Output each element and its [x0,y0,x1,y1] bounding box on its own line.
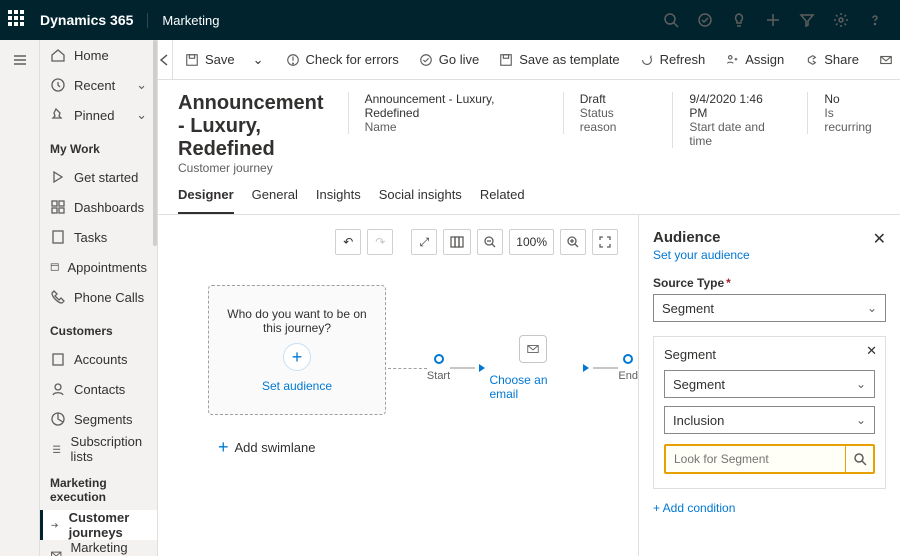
clock-icon [50,77,66,93]
source-type-label: Source Type [653,276,886,290]
name-value: Announcement - Luxury, Redefined [365,92,539,120]
email-link-button[interactable]: Email a Link [871,45,900,75]
chevron-down-icon: ⌄ [136,107,147,123]
undo-button[interactable]: ↶ [335,229,361,255]
task-icon[interactable] [688,0,722,40]
filter-icon[interactable] [790,0,824,40]
tab-related[interactable]: Related [480,187,525,214]
nav-group-mywork: My Work [40,130,157,162]
redo-button[interactable]: ↷ [367,229,393,255]
page-title: Announcement - Luxury, Redefined [178,92,324,161]
panel-title: Audience [653,229,886,246]
fullscreen-button[interactable] [592,229,618,255]
choose-email-link[interactable]: Choose an email [489,373,577,401]
close-panel-button[interactable]: ✕ [873,229,886,249]
start-node[interactable] [434,354,444,364]
chevron-down-icon: ⌄ [856,377,866,391]
nav-tasks[interactable]: Tasks [40,222,157,252]
save-template-button[interactable]: Save as template [491,45,627,75]
nav-group-marketing: Marketing execution [40,464,157,510]
tab-social-insights[interactable]: Social insights [379,187,462,214]
check-errors-button[interactable]: Check for errors [278,45,407,75]
add-swimlane-button[interactable]: +Add swimlane [218,437,315,458]
set-audience-link[interactable]: Set audience [262,379,332,393]
journey-icon [50,517,61,533]
audience-question: Who do you want to be on this journey? [209,307,385,335]
calendar-icon [50,259,60,275]
go-live-button[interactable]: Go live [411,45,487,75]
save-button[interactable]: Save [177,45,243,75]
date-value: 9/4/2020 1:46 PM [689,92,783,120]
share-button[interactable]: Share [796,45,867,75]
nav-phonecalls[interactable]: Phone Calls [40,282,157,312]
nav-dashboards[interactable]: Dashboards [40,192,157,222]
segment-select[interactable]: Segment⌄ [664,370,875,398]
pin-icon [50,107,66,123]
chevron-down-icon: ⌄ [856,413,866,427]
nav-subscription-lists[interactable]: Subscription lists [40,434,157,464]
plus-icon[interactable] [756,0,790,40]
phone-icon [50,289,66,305]
nav-getstarted[interactable]: Get started [40,162,157,192]
segment-heading: Segment [664,347,875,362]
nav-customer-journeys[interactable]: Customer journeys [40,510,157,540]
nav-contacts[interactable]: Contacts [40,374,157,404]
segment-remove-button[interactable]: ✕ [866,343,877,359]
chevron-down-icon: ⌄ [136,77,147,93]
help-icon[interactable] [858,0,892,40]
audience-tile[interactable]: Who do you want to be on this journey? +… [208,285,386,415]
lightbulb-icon[interactable] [722,0,756,40]
brand-label: Dynamics 365 [40,12,133,28]
tab-designer[interactable]: Designer [178,187,234,214]
segment-icon [50,411,66,427]
tab-insights[interactable]: Insights [316,187,361,214]
list-icon [50,441,63,457]
nav-appointments[interactable]: Appointments [40,252,157,282]
nav-segments[interactable]: Segments [40,404,157,434]
task-icon [50,229,66,245]
add-audience-button[interactable]: + [283,343,311,371]
add-condition-link[interactable]: + Add condition [653,501,886,515]
nav-marketing-emails[interactable]: Marketing emails [40,540,157,556]
expand-button[interactable]: ⤢ [411,229,437,255]
nav-recent[interactable]: Recent⌄ [40,70,157,100]
nav-accounts[interactable]: Accounts [40,344,157,374]
inclusion-select[interactable]: Inclusion⌄ [664,406,875,434]
app-label: Marketing [147,13,219,28]
map-button[interactable] [443,229,471,255]
play-icon [50,169,66,185]
nav-collapse-icon[interactable] [0,40,40,80]
scrollbar[interactable] [153,40,157,246]
segment-search-button[interactable] [845,446,873,472]
search-icon[interactable] [654,0,688,40]
end-node[interactable] [623,354,633,364]
zoom-in-button[interactable] [560,229,586,255]
tab-general[interactable]: General [252,187,298,214]
dashboard-icon [50,199,66,215]
nav-pinned[interactable]: Pinned⌄ [40,100,157,130]
home-icon [50,47,66,63]
zoom-out-button[interactable] [477,229,503,255]
gear-icon[interactable] [824,0,858,40]
email-tile[interactable] [519,335,547,363]
nav-home[interactable]: Home [40,40,157,70]
back-button[interactable] [158,40,173,80]
recurring-value: No [824,92,880,106]
save-dropdown[interactable]: ⌄ [247,52,270,68]
status-value: Draft [580,92,649,106]
mail-icon [50,547,62,556]
chevron-down-icon: ⌄ [867,301,877,315]
building-icon [50,351,66,367]
assign-button[interactable]: Assign [717,45,792,75]
segment-search-input[interactable] [666,446,845,472]
app-launcher-icon[interactable] [8,10,28,30]
panel-subtitle-link[interactable]: Set your audience [653,248,886,262]
page-subtitle: Customer journey [178,161,324,175]
source-type-select[interactable]: Segment⌄ [653,294,886,322]
refresh-button[interactable]: Refresh [632,45,714,75]
nav-group-customers: Customers [40,312,157,344]
contact-icon [50,381,66,397]
zoom-level: 100% [509,229,554,255]
